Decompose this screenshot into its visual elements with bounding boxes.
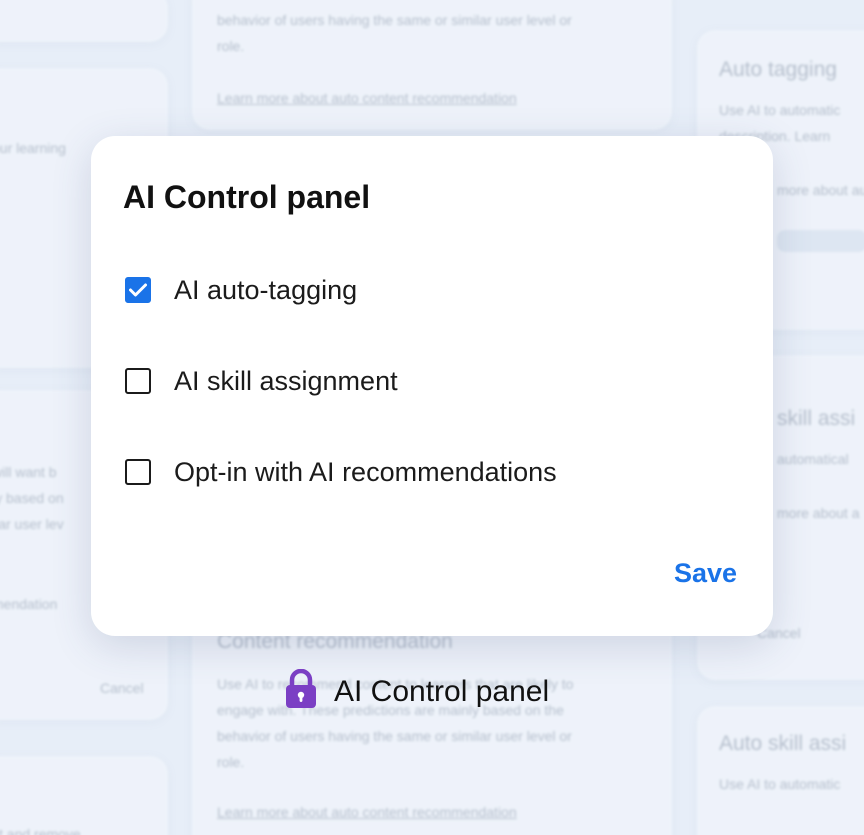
bg-text: more about au [777, 182, 864, 198]
bg-text: more about a [777, 505, 860, 521]
dialog-title: AI Control panel [123, 179, 371, 215]
bg-text: ilar user lev [0, 516, 64, 532]
bg-text: st and remove [0, 826, 81, 835]
bg-text: Cancel [100, 680, 144, 696]
bg-link: Learn more about auto content recommenda… [217, 804, 517, 820]
option-ai-auto-tagging[interactable]: AI auto-tagging [125, 275, 357, 305]
option-label: Opt-in with AI recommendations [174, 456, 557, 487]
bg-text: mendation [0, 596, 58, 612]
save-button[interactable]: Save [674, 558, 737, 589]
bg-text: Use AI to automatic [719, 102, 841, 118]
checkbox-checked-icon[interactable] [125, 277, 151, 303]
checkbox-unchecked-icon[interactable] [125, 459, 151, 485]
bg-heading: skill assi [777, 407, 856, 430]
bg-text: behavior of users having the same or sim… [217, 728, 572, 744]
ai-control-panel-dialog: AI Control panel AI auto-tagging AI skil… [91, 136, 773, 636]
bg-text: ly based on [0, 490, 64, 506]
option-label: AI auto-tagging [174, 274, 358, 305]
bg-text: Use AI to automatic [719, 776, 841, 792]
caption: AI Control panel [284, 668, 550, 714]
bg-link: Learn more about auto content recommenda… [217, 90, 517, 106]
checkbox-unchecked-icon[interactable] [125, 368, 151, 394]
caption-label: AI Control panel [334, 674, 550, 708]
bg-text: role. [217, 38, 245, 54]
lock-icon [284, 668, 318, 714]
option-label: AI skill assignment [174, 365, 398, 396]
bg-text: our learning [0, 140, 66, 156]
bg-heading: Auto tagging [719, 58, 837, 81]
option-ai-recommendations[interactable]: Opt-in with AI recommendations [125, 457, 557, 487]
option-ai-skill-assignment[interactable]: AI skill assignment [125, 366, 398, 396]
bg-right-card-bottom: Auto skill assi Use AI to automatic [697, 706, 864, 835]
bg-text: role. [217, 754, 245, 770]
bg-left-card-4: st and remove [0, 756, 168, 835]
bg-center-card-top: behavior of users having the same or sim… [192, 0, 672, 130]
bg-text: automatical [777, 451, 849, 467]
bg-text: behavior of users having the same or sim… [217, 12, 572, 28]
bg-heading: Auto skill assi [719, 732, 847, 755]
bg-text: will want b [0, 464, 57, 480]
bg-bar [777, 230, 864, 252]
bg-left-card-1 [0, 0, 168, 42]
